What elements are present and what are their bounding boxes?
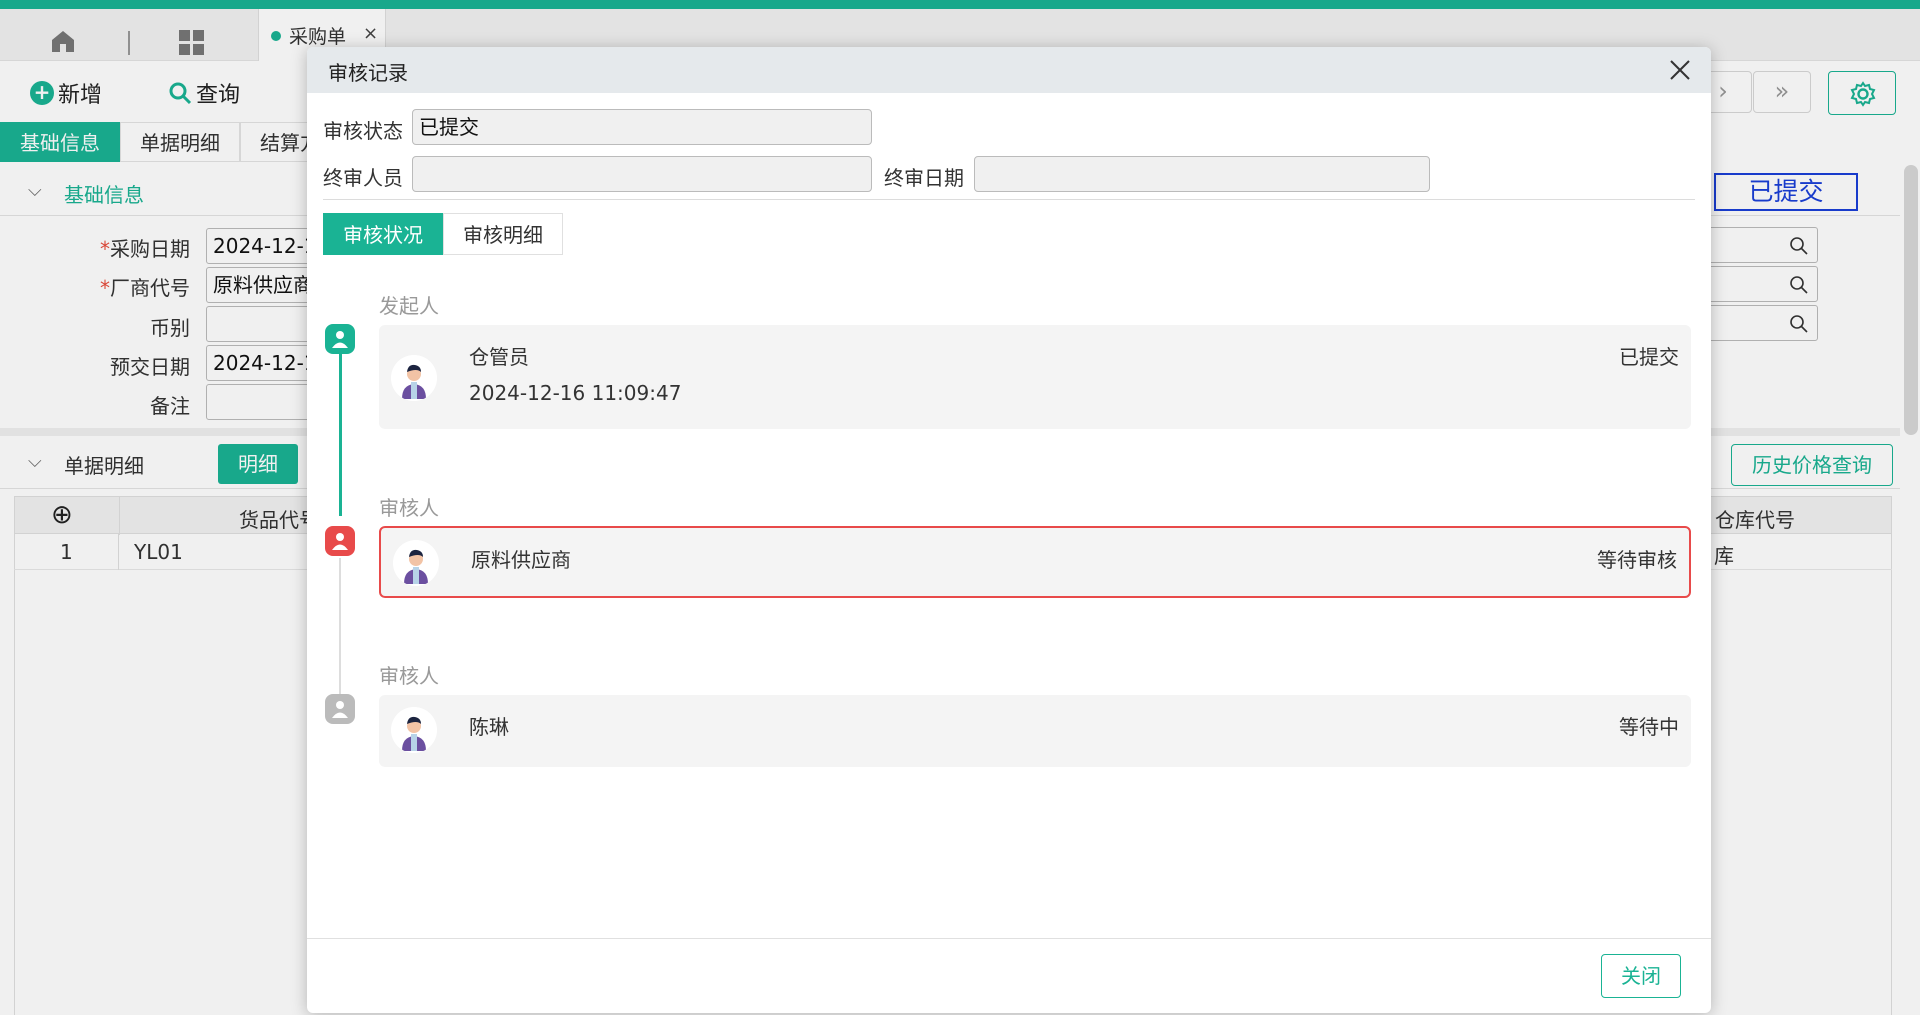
role-label: 审核人 [379,496,439,520]
modal-divider [323,199,1695,200]
close-icon[interactable] [1667,57,1693,83]
modal-tabs: 审核状况 审核明细 [323,213,563,255]
reviewer-name: 陈琳 [469,715,509,739]
final-reviewer-field [412,156,872,192]
timeline-card: 陈琳 等待中 [379,695,1691,767]
timeline-card-active: 原料供应商 等待审核 [379,526,1691,598]
role-label: 发起人 [379,294,439,318]
tab-audit-detail[interactable]: 审核明细 [443,213,563,255]
final-date-field [974,156,1430,192]
avatar-icon [391,355,437,401]
tab-audit-status[interactable]: 审核状况 [323,213,443,255]
audit-status-field: 已提交 [412,109,872,145]
close-button[interactable]: 关闭 [1601,954,1681,998]
reviewer-name: 原料供应商 [471,548,571,572]
timeline-line-done [339,354,342,516]
review-status: 已提交 [1619,345,1679,369]
user-icon [325,324,355,354]
avatar-icon [393,540,439,586]
user-icon [325,694,355,724]
timeline-card: 仓管员 2024-12-16 11:09:47 已提交 [379,325,1691,429]
final-reviewer-label: 终审人员 [323,166,403,190]
review-status: 等待中 [1619,715,1679,739]
role-label: 审核人 [379,664,439,688]
review-status: 等待审核 [1597,548,1677,572]
reviewer-name: 仓管员 [469,345,529,369]
timeline-line-pending [339,558,341,715]
modal-footer-divider [307,938,1711,939]
avatar-icon [391,707,437,753]
modal-title: 审核记录 [328,61,408,85]
review-time: 2024-12-16 11:09:47 [469,381,682,405]
audit-status-label: 审核状态 [323,119,403,143]
final-date-label: 终审日期 [884,166,964,190]
audit-record-modal: 审核记录 审核状态 已提交 终审人员 终审日期 审核状况 审核明细 发起人 仓管… [307,47,1711,1013]
user-icon [325,526,355,556]
modal-header: 审核记录 [307,47,1711,93]
